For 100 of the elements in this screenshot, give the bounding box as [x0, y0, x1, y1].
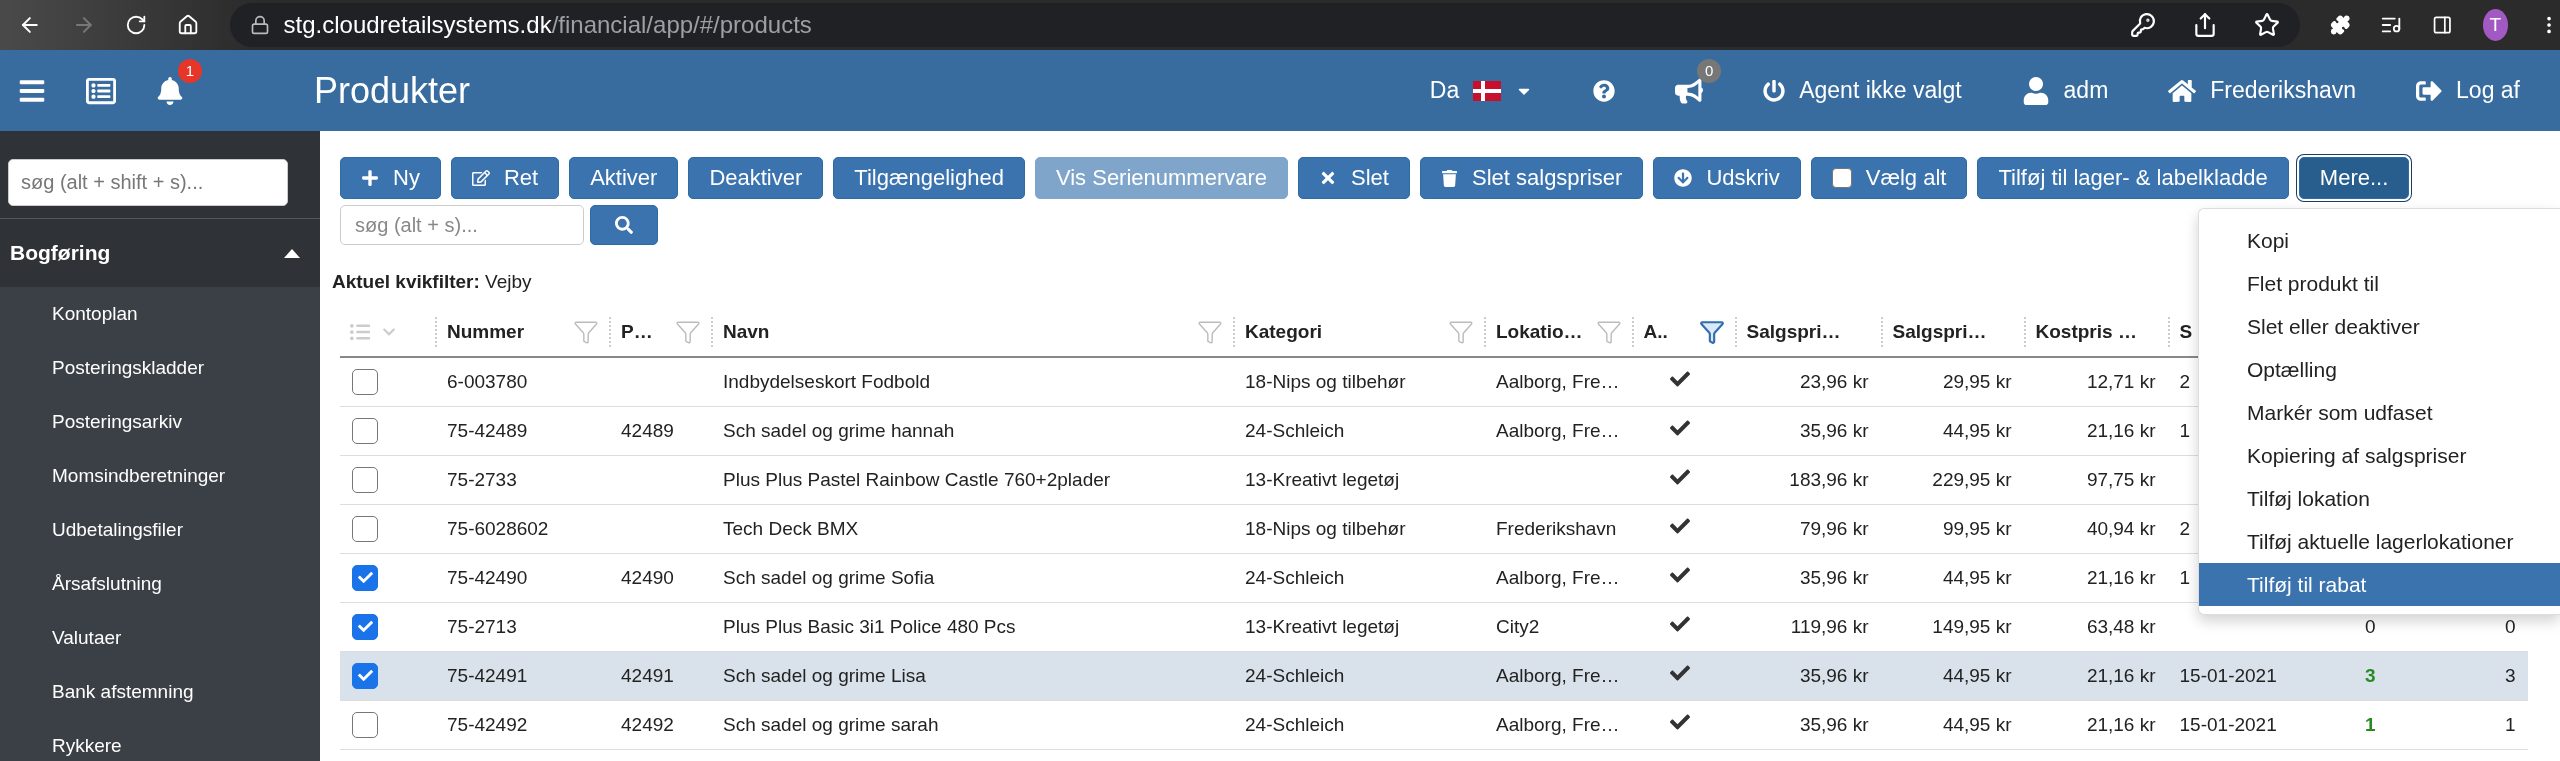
table-cell: 42492	[621, 713, 674, 735]
toolbar-button[interactable]: Tilgængelighed	[833, 157, 1025, 199]
table-cell: Frederikshavn	[1496, 517, 1617, 539]
megaphone-icon[interactable]	[1675, 76, 1704, 105]
row-checkbox[interactable]	[352, 564, 378, 591]
row-checkbox[interactable]	[352, 515, 378, 542]
sidebar-item[interactable]: Kontoplan	[0, 287, 320, 341]
download-icon	[1674, 169, 1693, 187]
search-field[interactable]: søg (alt + s)...	[340, 205, 584, 245]
location-link[interactable]: Frederikshavn	[2210, 77, 2357, 104]
menu-item[interactable]: Tilføj lokation	[2199, 477, 2560, 520]
table-cell: City2	[1496, 615, 1540, 637]
table-cell: 15-01-2021	[2179, 713, 2277, 735]
list-icon[interactable]	[86, 75, 116, 106]
table-cell: 24-Schleich	[1245, 664, 1345, 686]
menu-item[interactable]: Flet produkt til	[2199, 262, 2560, 305]
bell-icon[interactable]	[156, 76, 184, 105]
sidebar-item[interactable]: Årsafslutning	[0, 557, 320, 611]
sidebar-item[interactable]: Momsindberetninger	[0, 449, 320, 503]
row-checkbox[interactable]	[352, 711, 378, 738]
star-icon[interactable]	[2253, 12, 2280, 38]
table-cell: 24-Schleich	[1245, 713, 1345, 735]
table-cell: 23,96 kr	[1799, 370, 1869, 392]
column-header[interactable]: Nummer	[447, 320, 573, 343]
toolbar-button[interactable]: Slet	[1298, 157, 1410, 199]
column-header[interactable]: Lokatio…	[1496, 320, 1596, 343]
sidebar-item[interactable]: Bank afstemning	[0, 665, 320, 719]
table-cell: 3	[2504, 664, 2516, 686]
toolbar-button[interactable]: Vælg alt	[1810, 157, 1968, 199]
table-cell: 44,95 kr	[1942, 713, 2012, 735]
menu-item[interactable]: Optælling	[2199, 348, 2560, 391]
column-header[interactable]: Salgspri…	[1892, 320, 2014, 343]
table-cell: 35,96 kr	[1799, 566, 1869, 588]
plus-icon	[361, 169, 379, 187]
menu-item[interactable]: Slet eller deaktiver	[2199, 305, 2560, 348]
address-bar[interactable]: stg.cloudretailsystems.dk/financial/app/#/products	[229, 3, 2300, 47]
table-cell: 24-Schleich	[1245, 419, 1345, 441]
menu-item[interactable]: Tilføj aktuelle lagerlokationer	[2199, 520, 2560, 563]
column-header[interactable]: Navn	[723, 320, 1197, 343]
search-button[interactable]	[590, 205, 658, 245]
profile-avatar[interactable]: T	[2482, 9, 2508, 41]
column-header[interactable]: A..	[1643, 320, 1699, 343]
power-icon[interactable]	[1763, 79, 1786, 102]
key-icon[interactable]	[2129, 12, 2156, 38]
sidebar-item[interactable]: Posteringskladder	[0, 341, 320, 395]
table-cell: 183,96 kr	[1789, 468, 1869, 490]
row-checkbox[interactable]	[352, 613, 378, 640]
toolbar-button[interactable]: Mere...	[2298, 157, 2410, 199]
table-cell: Tech Deck BMX	[723, 517, 859, 539]
column-header[interactable]: Salgspri…	[1746, 320, 1871, 343]
checkbox[interactable]	[1831, 168, 1852, 188]
table-cell: 21,16 kr	[2086, 713, 2156, 735]
toolbar-button[interactable]: Slet salgspriser	[1420, 157, 1644, 199]
sidebar-item[interactable]: Valutaer	[0, 611, 320, 665]
column-header[interactable]: Kategori	[1245, 320, 1448, 343]
menu-item[interactable]: Tilføj til rabat	[2199, 563, 2560, 606]
table-cell: 75-42492	[447, 713, 528, 735]
table-cell: 99,95 kr	[1942, 517, 2012, 539]
row-checkbox[interactable]	[352, 417, 378, 444]
language-selector[interactable]: Da	[1429, 77, 1460, 104]
row-checkbox[interactable]	[352, 466, 378, 493]
table-cell: Plus Plus Pastel Rainbow Castle 760+2plader	[723, 468, 1111, 490]
table-cell: 40,94 kr	[2086, 517, 2156, 539]
sidebar-section-header[interactable]: Bogføring	[0, 219, 320, 287]
toolbar-button[interactable]: Ret	[450, 157, 560, 199]
logout-link[interactable]: Log af	[2456, 77, 2520, 104]
menu-item[interactable]: Kopiering af salgspriser	[2199, 434, 2560, 477]
url-host: stg.cloudretailsystems.dk	[283, 11, 552, 39]
toolbar-button[interactable]: Aktiver	[569, 157, 679, 199]
sidebar-item[interactable]: Rykkere	[0, 719, 320, 761]
toolbar-button[interactable]: Udskriv	[1653, 157, 1801, 199]
sidebar-item[interactable]: Posteringsarkiv	[0, 395, 320, 449]
help-icon[interactable]	[1593, 79, 1616, 102]
toolbar-button[interactable]: Tilføj til lager- & labelkladde	[1977, 157, 2289, 199]
sidebar-search-field[interactable]: søg (alt + shift + s)...	[8, 159, 288, 206]
agent-link[interactable]: Agent ikke valgt	[1799, 77, 1962, 104]
check-icon	[357, 619, 373, 634]
menu-item[interactable]: Kopi	[2199, 219, 2560, 262]
column-header[interactable]: P…	[621, 320, 675, 343]
table-cell: 44,95 kr	[1942, 419, 2012, 441]
table-cell: Aalborg, Fre…	[1496, 370, 1620, 392]
row-checkbox[interactable]	[352, 662, 378, 689]
table-cell: 63,48 kr	[2086, 615, 2156, 637]
sidebar-item[interactable]: Udbetalingsfiler	[0, 503, 320, 557]
column-header[interactable]: Kostpris …	[2035, 320, 2158, 343]
filter-icon[interactable]	[1698, 318, 1725, 345]
table-cell: 3	[2364, 664, 2376, 686]
user-link[interactable]: adm	[2063, 77, 2109, 104]
table-cell: 21,16 kr	[2086, 664, 2156, 686]
table-cell: 13-Kreativt legetøj	[1245, 615, 1400, 637]
flag-icon[interactable]	[1473, 80, 1502, 101]
table-cell: Aalborg, Fre…	[1496, 713, 1620, 735]
table-cell: 21,16 kr	[2086, 566, 2156, 588]
table-cell: 149,95 kr	[1932, 615, 2012, 637]
user-icon[interactable]	[2021, 76, 2050, 105]
toolbar-button[interactable]: Deaktiver	[688, 157, 824, 199]
row-checkbox[interactable]	[352, 368, 378, 395]
table-cell: 12,71 kr	[2086, 370, 2156, 392]
toolbar-button[interactable]: Ny	[340, 157, 441, 199]
menu-item[interactable]: Markér som udfaset	[2199, 391, 2560, 434]
